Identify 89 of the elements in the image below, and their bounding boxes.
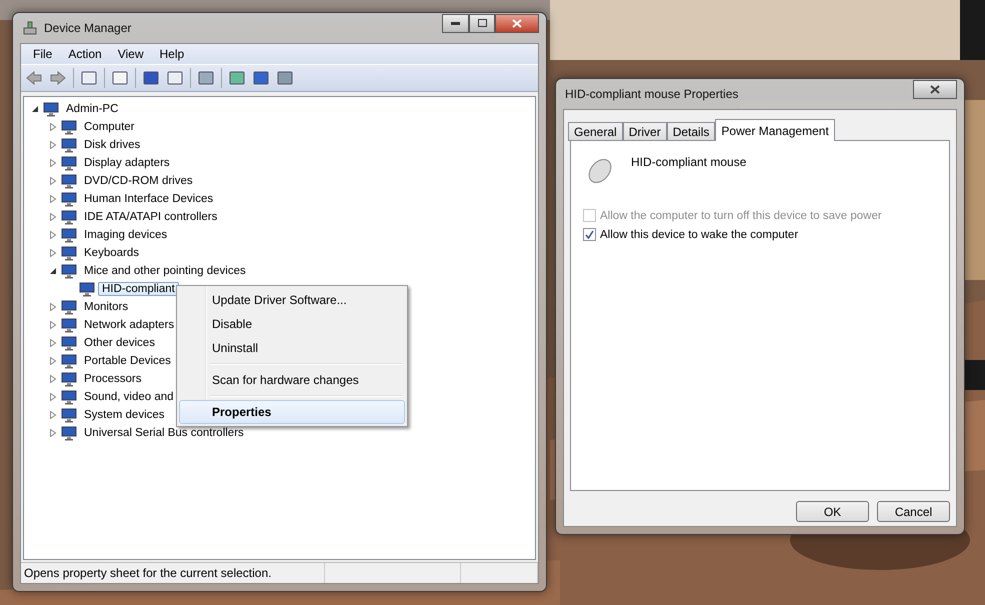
- maximize-button[interactable]: [469, 14, 495, 32]
- device-icon: [61, 263, 77, 279]
- expand-arrow-icon[interactable]: [49, 357, 57, 365]
- device-icon: [43, 101, 59, 117]
- expand-arrow-icon[interactable]: [49, 123, 57, 131]
- expand-arrow-icon[interactable]: [49, 429, 57, 437]
- device-icon: [61, 371, 77, 387]
- close-icon: [930, 84, 940, 94]
- device-icon: [61, 335, 77, 351]
- expand-arrow-icon[interactable]: [49, 231, 57, 239]
- forward-arrow-icon[interactable]: [49, 69, 67, 87]
- menu-item[interactable]: Help: [152, 47, 192, 61]
- expand-arrow-icon[interactable]: [49, 177, 57, 185]
- tree-item[interactable]: Portable Devices: [80, 354, 175, 368]
- device-icon: [61, 173, 77, 189]
- tab[interactable]: Driver: [622, 122, 667, 141]
- tree-item[interactable]: Universal Serial Bus controllers: [80, 426, 248, 440]
- checkbox[interactable]: [583, 228, 596, 241]
- device-icon: [61, 407, 77, 423]
- device-icon: [61, 155, 77, 171]
- collapse-arrow-icon[interactable]: [31, 105, 39, 113]
- computer-icon: [22, 20, 38, 36]
- minimize-button[interactable]: [442, 14, 469, 32]
- expand-arrow-icon[interactable]: [49, 195, 57, 203]
- device-icon: [61, 191, 77, 207]
- expand-arrow-icon[interactable]: [49, 159, 57, 167]
- close-icon: [512, 18, 522, 28]
- tree-item[interactable]: Disk drives: [80, 138, 144, 152]
- tree-item[interactable]: Computer: [80, 120, 138, 134]
- tree-item[interactable]: IDE ATA/ATAPI controllers: [80, 210, 222, 224]
- dialog-button[interactable]: OK: [796, 501, 869, 522]
- device-icon: [61, 353, 77, 369]
- device-icon: [61, 299, 77, 315]
- checkbox-label: Allow the computer to turn off this device to save power: [600, 210, 882, 222]
- expand-arrow-icon[interactable]: [49, 411, 57, 419]
- collapse-arrow-icon[interactable]: [49, 267, 57, 275]
- tree-item[interactable]: HID-compliant: [98, 282, 179, 296]
- menu-item[interactable]: Properties: [179, 400, 405, 424]
- tree-item[interactable]: Display adapters: [80, 156, 174, 170]
- device-name: HID-compliant mouse: [631, 155, 746, 169]
- expand-arrow-icon[interactable]: [49, 303, 57, 311]
- tree-item[interactable]: Human Interface Devices: [80, 192, 218, 206]
- tree-item[interactable]: Keyboards: [80, 246, 143, 260]
- tree-item[interactable]: Other devices: [80, 336, 159, 350]
- expand-arrow-icon[interactable]: [49, 213, 57, 221]
- menu-item[interactable]: Action: [60, 47, 110, 61]
- menu-item[interactable]: View: [110, 47, 152, 61]
- expand-arrow-icon[interactable]: [49, 339, 57, 347]
- checkbox-label: Allow this device to wake the computer: [600, 228, 798, 240]
- dialog-button[interactable]: Cancel: [877, 501, 950, 522]
- window-title: HID-compliant mouse Properties: [565, 87, 740, 101]
- menu-item[interactable]: Disable: [179, 312, 405, 336]
- device-icon: [61, 425, 77, 441]
- tree-item[interactable]: Mice and other pointing devices: [80, 264, 250, 278]
- back-arrow-icon[interactable]: [25, 69, 43, 87]
- tab[interactable]: Power Management: [715, 119, 835, 141]
- menu-item[interactable]: File: [25, 47, 60, 61]
- menu-item[interactable]: Scan for hardware changes: [179, 368, 405, 392]
- window-title: Device Manager: [44, 21, 132, 35]
- expand-arrow-icon[interactable]: [49, 141, 57, 149]
- expand-arrow-icon[interactable]: [49, 321, 57, 329]
- device-icon: [61, 389, 77, 405]
- device-icon: [61, 137, 77, 153]
- device-icon: [61, 209, 77, 225]
- status-text: Opens property sheet for the current selection.: [21, 563, 325, 583]
- menu-item[interactable]: Update Driver Software...: [179, 288, 405, 312]
- tree-item[interactable]: Imaging devices: [80, 228, 172, 242]
- tree-item[interactable]: Processors: [80, 372, 146, 386]
- menu-item[interactable]: Uninstall: [179, 336, 405, 360]
- device-icon: [61, 227, 77, 243]
- maximize-icon: [478, 19, 486, 27]
- tree-item[interactable]: Monitors: [80, 300, 132, 314]
- close-button[interactable]: [913, 80, 957, 98]
- device-icon: [61, 245, 77, 261]
- close-button[interactable]: [495, 14, 539, 32]
- tab[interactable]: General: [568, 122, 623, 141]
- tree-item[interactable]: DVD/CD-ROM drives: [80, 174, 197, 188]
- tree-item[interactable]: Sound, video and: [80, 390, 178, 404]
- expand-arrow-icon[interactable]: [49, 249, 57, 257]
- device-icon: [79, 281, 95, 297]
- device-icon: [61, 317, 77, 333]
- tree-item[interactable]: System devices: [80, 408, 169, 422]
- expand-arrow-icon[interactable]: [49, 375, 57, 383]
- minimize-icon: [451, 22, 460, 24]
- tree-item[interactable]: Admin-PC: [62, 102, 122, 116]
- expand-arrow-icon[interactable]: [49, 393, 57, 401]
- tab[interactable]: Details: [666, 122, 716, 141]
- tree-item[interactable]: Network adapters: [80, 318, 178, 332]
- device-icon: [61, 119, 77, 135]
